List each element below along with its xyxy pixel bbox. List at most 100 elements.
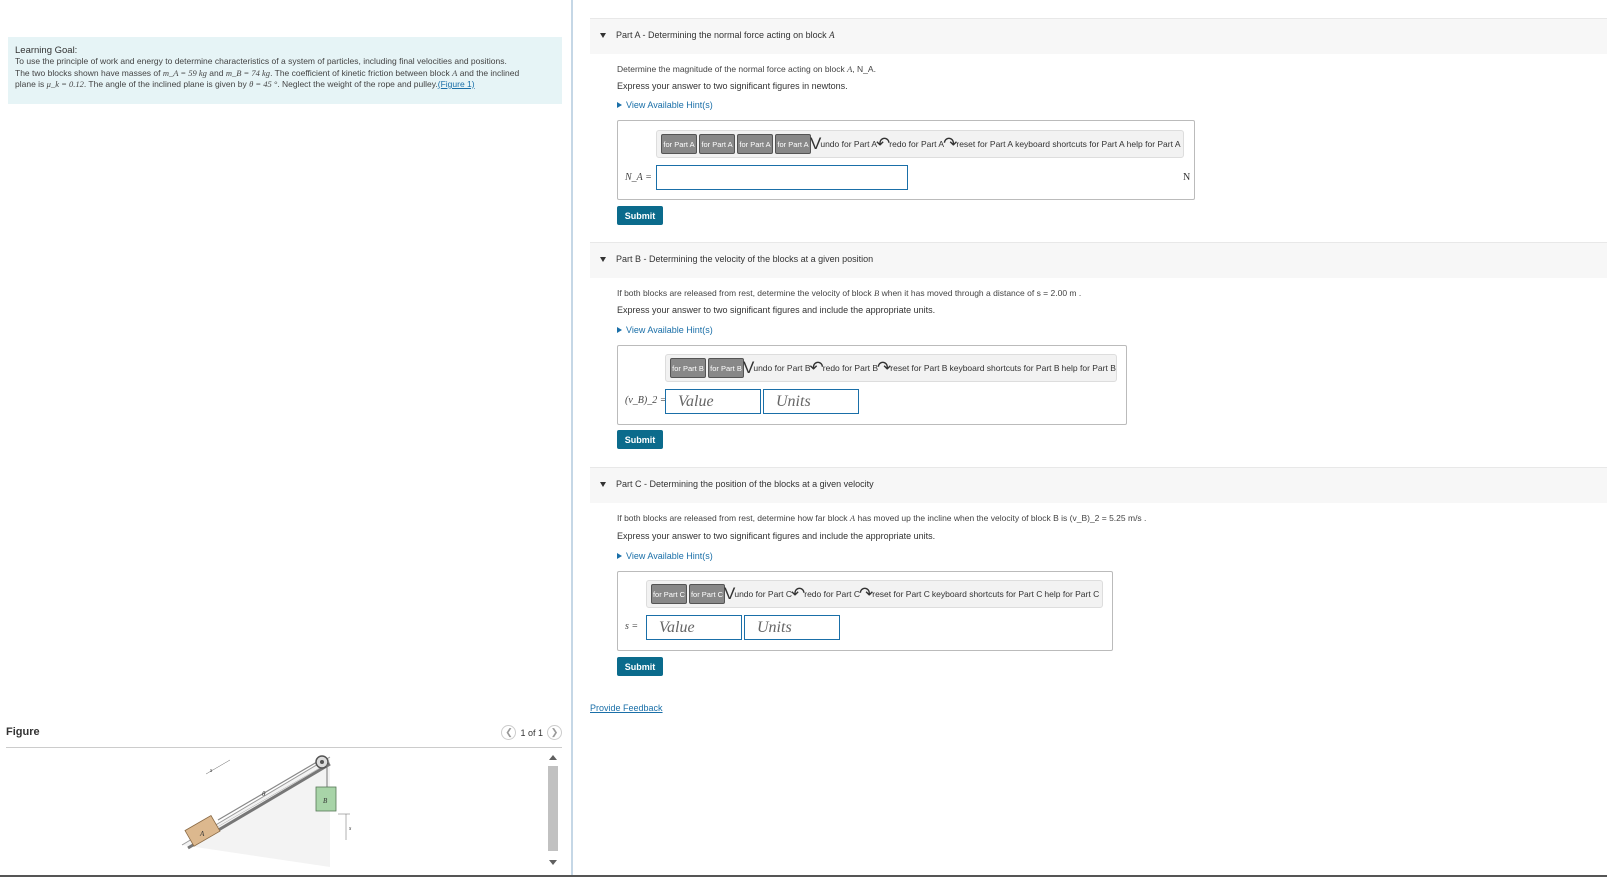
- part-c-units-input[interactable]: Units: [744, 615, 840, 640]
- learning-goal-title: Learning Goal:: [15, 45, 78, 56]
- part-b-instructions: Express your answer to two significant f…: [617, 305, 936, 315]
- keyboard-shortcuts-button[interactable]: keyboard shortcuts for Part C: [932, 589, 1043, 599]
- reset-button[interactable]: reset for Part B: [890, 363, 947, 373]
- part-c-value-input[interactable]: Value: [646, 615, 742, 640]
- figure-scrollbar[interactable]: [547, 752, 559, 870]
- part-b-answer-box: for Part B for Part B V undo for Part B …: [617, 345, 1127, 425]
- chevron-left-icon: ❮: [505, 727, 513, 737]
- goal-text: The two blocks shown have masses of: [15, 67, 163, 78]
- part-c-submit-button[interactable]: Submit: [617, 657, 663, 676]
- redo-icon[interactable]: ↷: [943, 134, 957, 154]
- scroll-up-arrow-icon[interactable]: [549, 755, 557, 760]
- redo-button[interactable]: redo for Part B: [823, 363, 878, 373]
- collapse-caret-icon[interactable]: [600, 257, 606, 262]
- goal-text: . The angle of the inclined plane is giv…: [83, 78, 250, 89]
- learning-goal-line2: The two blocks shown have masses of m_A …: [15, 68, 554, 79]
- question-text: If both blocks are released from rest, d…: [617, 513, 850, 523]
- problem-pane: Learning Goal: To use the principle of w…: [0, 0, 570, 877]
- reset-button[interactable]: reset for Part A: [956, 139, 1013, 149]
- block-a-label: A: [199, 830, 205, 838]
- part-c-hint-link[interactable]: View Available Hint(s): [617, 551, 713, 561]
- chevron-right-icon: ❯: [550, 727, 559, 737]
- part-b-value-input[interactable]: Value: [665, 389, 761, 414]
- part-b-title: Part B - Determining the velocity of the…: [616, 254, 874, 264]
- help-button[interactable]: help for Part C: [1044, 589, 1099, 599]
- reset-button[interactable]: reset for Part C: [872, 589, 930, 599]
- part-a-title-text: Part A - Determining the normal force ac…: [616, 30, 830, 40]
- template-button[interactable]: for Part A: [775, 134, 811, 154]
- mass-b: m_B = 74 kg: [225, 67, 271, 78]
- undo-icon[interactable]: ↶: [876, 134, 890, 154]
- figure-page-count: 1 of 1: [520, 727, 543, 738]
- incline-angle: θ = 45 °: [249, 78, 278, 89]
- goal-text: and the inclined: [457, 67, 520, 78]
- questions-pane: Part A - Determining the normal force ac…: [573, 0, 1607, 877]
- part-b-hint-link[interactable]: View Available Hint(s): [617, 325, 713, 335]
- part-a-answer-input[interactable]: [656, 165, 908, 190]
- undo-icon[interactable]: ↶: [791, 584, 805, 604]
- hint-label: View Available Hint(s): [626, 100, 713, 110]
- template-button[interactable]: for Part C: [651, 584, 687, 604]
- template-button[interactable]: for Part A: [661, 134, 697, 154]
- help-button[interactable]: help for Part A: [1127, 139, 1181, 149]
- help-button[interactable]: help for Part B: [1062, 363, 1116, 373]
- undo-button[interactable]: undo for Part C: [734, 589, 792, 599]
- part-a-submit-button[interactable]: Submit: [617, 206, 663, 225]
- figure-image: A B θ s s: [181, 755, 352, 867]
- scroll-thumb[interactable]: [548, 766, 558, 851]
- question-text: Determine the magnitude of the normal fo…: [617, 64, 848, 74]
- part-a-equation-toolbar: for Part A for Part A for Part A for Par…: [656, 130, 1184, 158]
- prev-figure-button[interactable]: ❮: [501, 725, 517, 740]
- template-button[interactable]: for Part A: [737, 134, 773, 154]
- part-a-instructions: Express your answer to two significant f…: [617, 81, 848, 91]
- redo-icon[interactable]: ↷: [877, 358, 891, 378]
- collapse-caret-icon[interactable]: [600, 482, 606, 487]
- template-button[interactable]: for Part C: [689, 584, 725, 604]
- figure-pager: ❮ 1 of 1 ❯: [501, 725, 562, 740]
- collapse-caret-icon[interactable]: [600, 33, 606, 38]
- part-c-instructions: Express your answer to two significant f…: [617, 531, 936, 541]
- learning-goal: Learning Goal: To use the principle of w…: [8, 37, 562, 104]
- redo-icon[interactable]: ↷: [859, 584, 873, 604]
- part-a-answer-box: for Part A for Part A for Part A for Par…: [617, 120, 1195, 200]
- part-a-title-italic: A: [829, 30, 835, 40]
- hint-label: View Available Hint(s): [626, 551, 713, 561]
- template-button[interactable]: for Part B: [670, 358, 706, 378]
- keyboard-shortcuts-button[interactable]: keyboard shortcuts for Part B: [949, 363, 1059, 373]
- question-text: has moved up the incline when the veloci…: [855, 513, 1147, 523]
- scroll-down-arrow-icon[interactable]: [549, 860, 557, 865]
- part-c-question: If both blocks are released from rest, d…: [617, 513, 1146, 523]
- goal-text: plane is: [15, 78, 47, 89]
- learning-goal-line1: To use the principle of work and energy …: [15, 56, 507, 67]
- undo-icon[interactable]: ↶: [810, 358, 824, 378]
- redo-button[interactable]: redo for Part A: [889, 139, 944, 149]
- part-b-submit-button[interactable]: Submit: [617, 430, 663, 449]
- redo-button[interactable]: redo for Part C: [804, 589, 860, 599]
- block-b-label: B: [323, 797, 328, 805]
- part-a-hint-link[interactable]: View Available Hint(s): [617, 100, 713, 110]
- part-b-variable-label: (v_B)_2 =: [625, 395, 667, 406]
- part-b-equation-toolbar: for Part B for Part B V undo for Part B …: [665, 354, 1117, 382]
- part-b-question: If both blocks are released from rest, d…: [617, 288, 1081, 298]
- template-button[interactable]: for Part B: [708, 358, 744, 378]
- part-b-header[interactable]: Part B - Determining the velocity of the…: [590, 242, 1607, 278]
- figure-title: Figure: [6, 726, 40, 738]
- goal-text: . The coefficient of kinetic friction be…: [270, 67, 453, 78]
- figure-header: Figure ❮ 1 of 1 ❯: [6, 725, 562, 748]
- caret-right-icon: [617, 327, 622, 333]
- hint-label: View Available Hint(s): [626, 325, 713, 335]
- keyboard-shortcuts-button[interactable]: keyboard shortcuts for Part A: [1015, 139, 1125, 149]
- friction-coefficient: μ_k = 0.12: [46, 78, 84, 89]
- undo-button[interactable]: undo for Part A: [820, 139, 877, 149]
- template-button[interactable]: for Part A: [699, 134, 735, 154]
- part-c-header[interactable]: Part C - Determining the position of the…: [590, 467, 1607, 503]
- undo-button[interactable]: undo for Part B: [753, 363, 810, 373]
- part-b-units-input[interactable]: Units: [763, 389, 859, 414]
- provide-feedback-link[interactable]: Provide Feedback: [590, 703, 663, 713]
- caret-right-icon: [617, 553, 622, 559]
- figure-link[interactable]: (Figure 1): [438, 79, 475, 89]
- theta-label: θ: [262, 790, 266, 798]
- part-a-header[interactable]: Part A - Determining the normal force ac…: [590, 18, 1607, 54]
- question-text: when it has moved through a distance of …: [879, 288, 1082, 298]
- next-figure-button[interactable]: ❯: [547, 725, 562, 740]
